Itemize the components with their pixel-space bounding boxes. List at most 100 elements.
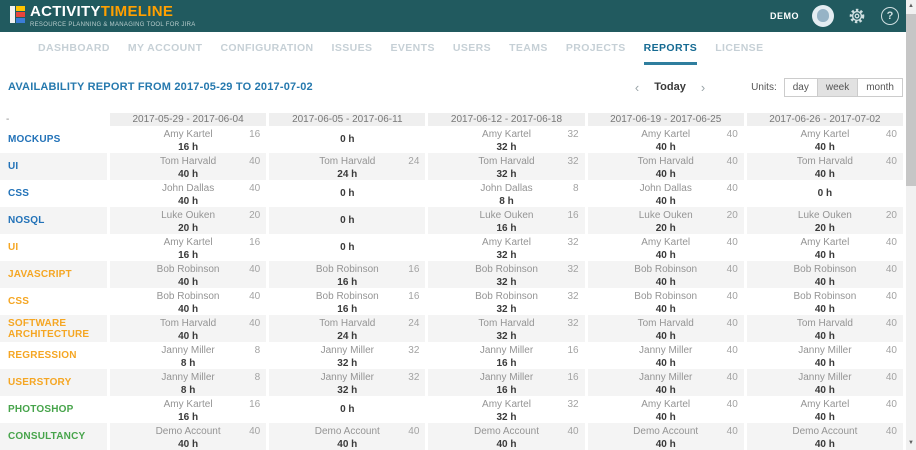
person-name: Janny Miller — [639, 372, 692, 383]
available-value: 40 — [249, 264, 260, 275]
hours-total: 40 h — [588, 194, 744, 207]
hours-total: 40 h — [588, 140, 744, 153]
person-name: John Dallas — [480, 183, 532, 194]
available-value: 40 — [886, 129, 897, 140]
hours-total: 40 h — [588, 356, 744, 369]
person-name: Bob Robinson — [157, 264, 220, 275]
row-label-userstory[interactable]: USERSTORY — [0, 369, 107, 396]
person-name: Amy Kartel — [641, 399, 690, 410]
column-header: 2017-06-05 - 2017-06-11 — [269, 113, 425, 126]
hours-total: 0 h — [340, 404, 354, 415]
available-value: 32 — [567, 156, 578, 167]
tab-reports[interactable]: REPORTS — [644, 32, 698, 65]
unit-month-button[interactable]: month — [857, 78, 903, 97]
row-label-software-architecture[interactable]: SOFTWARE ARCHITECTURE — [0, 315, 107, 342]
tab-my-account[interactable]: MY ACCOUNT — [128, 32, 203, 65]
tab-projects[interactable]: PROJECTS — [566, 32, 626, 65]
hours-total: 20 h — [588, 221, 744, 234]
tab-users[interactable]: USERS — [453, 32, 491, 65]
person-name: Tom Harvald — [797, 318, 853, 329]
row-label-ui[interactable]: UI — [0, 153, 107, 180]
availability-cell: Janny Miller1616 h — [428, 369, 584, 396]
help-button[interactable]: ? — [880, 6, 900, 26]
person-name: Amy Kartel — [800, 237, 849, 248]
hours-total: 32 h — [428, 410, 584, 423]
hours-total: 0 h — [818, 188, 832, 199]
available-value: 40 — [886, 345, 897, 356]
person-name: Amy Kartel — [164, 237, 213, 248]
today-button[interactable]: Today — [654, 81, 686, 93]
chevron-left-icon[interactable]: ‹ — [635, 81, 639, 94]
row-label-consultancy[interactable]: CONSULTANCY — [0, 423, 107, 450]
hours-total: 8 h — [110, 356, 266, 369]
available-value: 8 — [573, 183, 579, 194]
person-name: Tom Harvald — [797, 156, 853, 167]
row-label-mockups[interactable]: MOCKUPS — [0, 126, 107, 153]
tab-events[interactable]: EVENTS — [390, 32, 434, 65]
person-name: Amy Kartel — [482, 399, 531, 410]
hours-total: 16 h — [269, 302, 425, 315]
availability-cell: Janny Miller4040 h — [588, 369, 744, 396]
availability-cell: 0 h — [269, 180, 425, 207]
hours-total: 32 h — [428, 167, 584, 180]
person-name: Luke Ouken — [161, 210, 215, 221]
available-value: 16 — [408, 291, 419, 302]
tab-license[interactable]: LICENSE — [715, 32, 763, 65]
chevron-right-icon[interactable]: › — [701, 81, 705, 94]
unit-week-button[interactable]: week — [817, 78, 858, 97]
hours-total: 40 h — [747, 248, 903, 261]
row-label-nosql[interactable]: NOSQL — [0, 207, 107, 234]
availability-cell: Demo Account4040 h — [428, 423, 584, 450]
person-name: Demo Account — [156, 426, 221, 437]
available-value: 40 — [249, 426, 260, 437]
availability-cell: Bob Robinson4040 h — [747, 288, 903, 315]
row-label-css[interactable]: CSS — [0, 180, 107, 207]
row-label-photoshop[interactable]: PHOTOSHOP — [0, 396, 107, 423]
tab-configuration[interactable]: CONFIGURATION — [220, 32, 313, 65]
person-name: Amy Kartel — [800, 399, 849, 410]
person-name: Luke Ouken — [639, 210, 693, 221]
tab-issues[interactable]: ISSUES — [332, 32, 373, 65]
hours-total: 40 h — [588, 329, 744, 342]
row-label-javascript[interactable]: JAVASCRIPT — [0, 261, 107, 288]
unit-day-button[interactable]: day — [784, 78, 818, 97]
scrollbar-down-arrow[interactable]: ▼ — [906, 437, 916, 450]
brand-title: ACTIVITYTIMELINE — [30, 4, 196, 19]
brand-logo[interactable]: ACTIVITYTIMELINE RESOURCE PLANNING & MAN… — [10, 4, 196, 28]
row-label-regression[interactable]: REGRESSION — [0, 342, 107, 369]
person-name: Tom Harvald — [160, 318, 216, 329]
hours-total: 0 h — [340, 215, 354, 226]
tab-teams[interactable]: TEAMS — [509, 32, 548, 65]
hours-total: 0 h — [340, 242, 354, 253]
brand-title-activity: ACTIVITY — [30, 3, 101, 20]
hours-total: 16 h — [428, 383, 584, 396]
hours-total: 0 h — [340, 134, 354, 145]
available-value: 16 — [408, 264, 419, 275]
available-value: 40 — [727, 399, 738, 410]
available-value: 40 — [249, 291, 260, 302]
available-value: 8 — [255, 372, 261, 383]
person-name: Janny Miller — [798, 372, 851, 383]
available-value: 32 — [567, 264, 578, 275]
available-value: 32 — [567, 237, 578, 248]
availability-cell: John Dallas4040 h — [110, 180, 266, 207]
tab-dashboard[interactable]: DASHBOARD — [38, 32, 110, 65]
person-name: Bob Robinson — [316, 264, 379, 275]
row-label-css[interactable]: CSS — [0, 288, 107, 315]
person-name: Tom Harvald — [638, 318, 694, 329]
hours-total: 32 h — [428, 248, 584, 261]
user-avatar[interactable] — [812, 5, 834, 27]
hours-total: 40 h — [588, 248, 744, 261]
hours-total: 40 h — [588, 383, 744, 396]
vertical-scrollbar[interactable]: ▲ ▼ — [906, 0, 916, 450]
person-name: John Dallas — [162, 183, 214, 194]
scrollbar-up-arrow[interactable]: ▲ — [906, 0, 916, 13]
available-value: 40 — [727, 318, 738, 329]
availability-cell: Bob Robinson4040 h — [747, 261, 903, 288]
available-value: 40 — [886, 237, 897, 248]
scrollbar-thumb[interactable] — [906, 14, 916, 186]
availability-cell: Luke Ouken1616 h — [428, 207, 584, 234]
availability-cell: John Dallas4040 h — [588, 180, 744, 207]
row-label-ui[interactable]: UI — [0, 234, 107, 261]
settings-button[interactable] — [847, 6, 867, 26]
